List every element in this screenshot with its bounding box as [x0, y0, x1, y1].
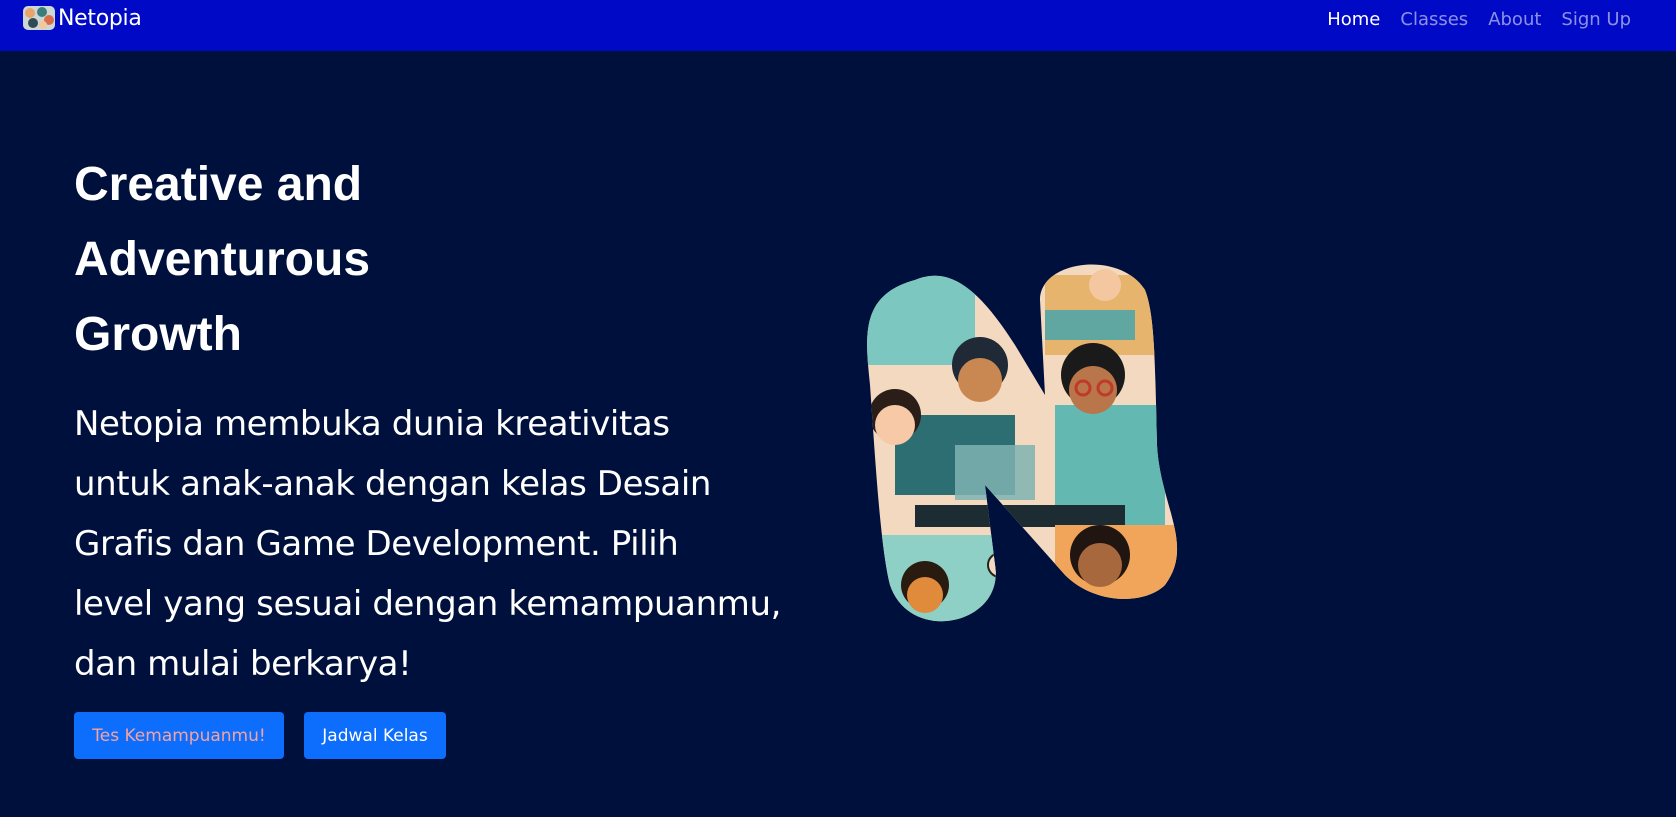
test-ability-button[interactable]: Tes Kemampuanmu! [74, 712, 284, 759]
brand-link[interactable]: Netopia [22, 3, 142, 33]
hero-description: Netopia membuka dunia kreativitas untuk … [74, 394, 834, 694]
class-schedule-button[interactable]: Jadwal Kelas [304, 712, 446, 759]
nav-about-link[interactable]: About [1488, 9, 1541, 30]
netopia-n-illustration [855, 255, 1215, 645]
hero-description-line: untuk anak-anak dengan kelas Desain [74, 464, 712, 504]
hero-description-line: Netopia membuka dunia kreativitas [74, 404, 670, 444]
nav-signup-link[interactable]: Sign Up [1561, 9, 1631, 30]
nav-links: Home Classes About Sign Up [1327, 6, 1631, 32]
hero-description-line: dan mulai berkarya! [74, 644, 412, 684]
nav-home-link[interactable]: Home [1327, 9, 1380, 30]
hero-title-line: Creative and [74, 158, 363, 211]
hero-title: Creative and Adventurous Growth [74, 147, 574, 372]
hero-title-line: Adventurous [74, 233, 371, 286]
nav-classes-link[interactable]: Classes [1400, 9, 1468, 30]
navbar: Netopia Home Classes About Sign Up [0, 0, 1676, 51]
hero-title-line: Growth [74, 308, 242, 361]
netopia-logo-icon [22, 4, 56, 32]
hero-description-line: Grafis dan Game Development. Pilih [74, 524, 679, 564]
brand-name: Netopia [58, 5, 142, 31]
hero-description-line: level yang sesuai dengan kemampuanmu, [74, 584, 782, 624]
